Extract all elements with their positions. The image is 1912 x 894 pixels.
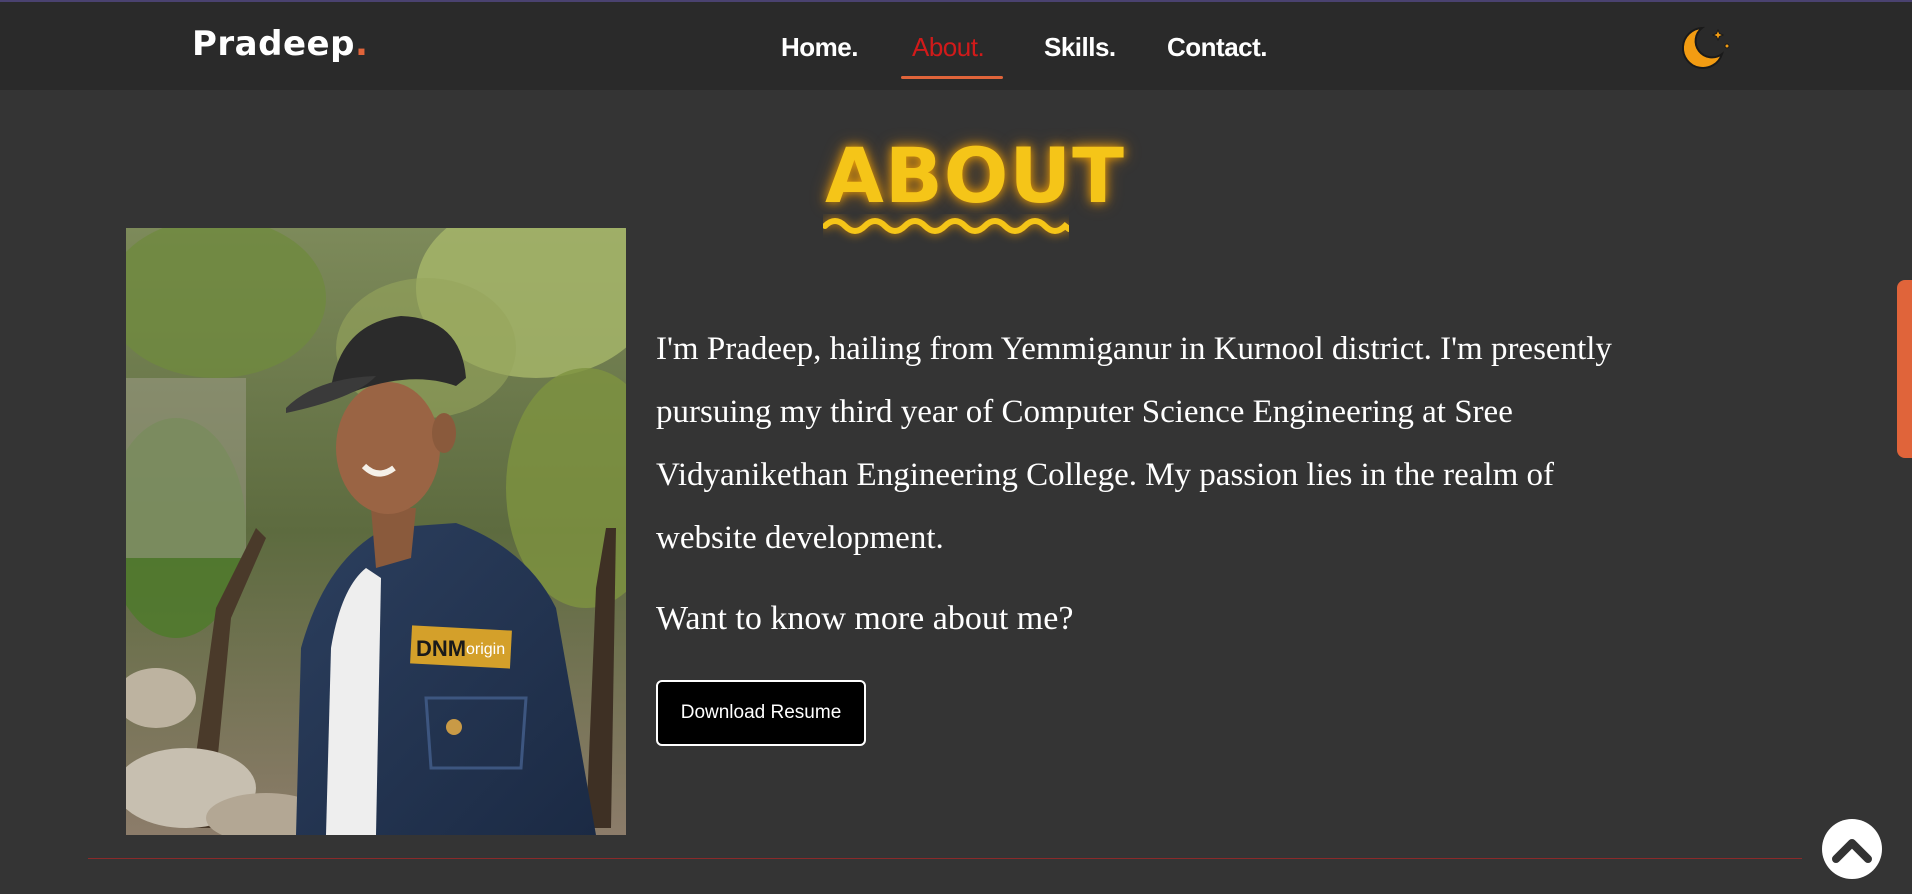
profile-photo: DNM origin bbox=[126, 228, 626, 835]
brand-dot: . bbox=[354, 24, 369, 64]
navbar: Pradeep. Home. About. Skills. Contact. bbox=[0, 2, 1912, 90]
download-resume-button[interactable]: Download Resume bbox=[656, 680, 866, 746]
active-nav-underline bbox=[901, 76, 1003, 79]
brand-name: Pradeep bbox=[192, 24, 355, 64]
scroll-to-top-button[interactable] bbox=[1822, 819, 1882, 879]
more-about-prompt: Want to know more about me? bbox=[656, 600, 1074, 637]
photo-jacket-patch-text-2: origin bbox=[466, 641, 505, 658]
section-divider bbox=[88, 858, 1802, 859]
chevron-up-icon bbox=[1832, 839, 1872, 863]
about-bio: I'm Pradeep, hailing from Yemmiganur in … bbox=[656, 331, 1612, 556]
scroll-progress-indicator[interactable] bbox=[1897, 280, 1912, 458]
nav-skills[interactable]: Skills. bbox=[1044, 32, 1116, 63]
moon-icon bbox=[1681, 26, 1730, 69]
nav-contact[interactable]: Contact. bbox=[1167, 32, 1268, 63]
about-title: ABOUT bbox=[825, 131, 1125, 220]
brand-logo[interactable]: Pradeep. bbox=[192, 24, 368, 64]
photo-jacket-patch-text: DNM bbox=[416, 636, 466, 661]
nav-about[interactable]: About. bbox=[912, 32, 985, 63]
nav-home[interactable]: Home. bbox=[781, 32, 858, 63]
title-squiggle-underline bbox=[823, 218, 1069, 234]
theme-toggle-button[interactable] bbox=[1680, 24, 1732, 72]
